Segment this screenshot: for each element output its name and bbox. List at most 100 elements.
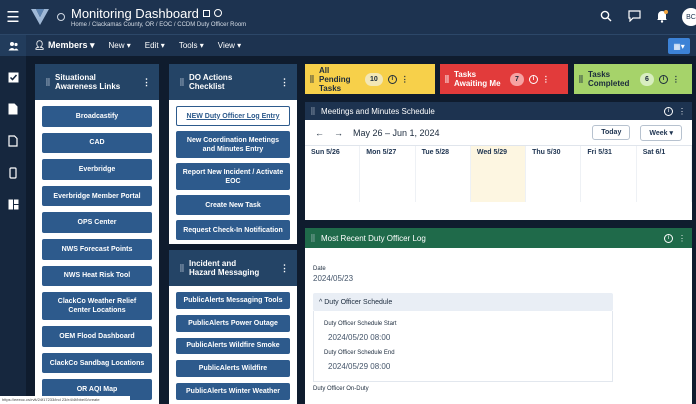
status-radio-icon[interactable] <box>57 13 65 21</box>
chat-icon[interactable] <box>626 9 642 25</box>
app-logo-icon <box>31 9 49 25</box>
publicalerts-winter-weather-button[interactable]: PublicAlerts Winter Weather <box>176 383 290 400</box>
info-icon[interactable]: i <box>664 106 673 116</box>
new-menu[interactable]: New ▾ <box>109 41 131 50</box>
week-view-label: Week <box>649 129 668 137</box>
document-icon[interactable] <box>6 103 20 118</box>
tablet-icon[interactable] <box>6 167 20 182</box>
info-icon[interactable]: i <box>658 74 668 84</box>
link-oem-flood-dashboard[interactable]: OEM Flood Dashboard <box>42 326 152 347</box>
drag-handle-icon[interactable]: ⣿ <box>175 78 189 87</box>
schedule-end-value: 2024/05/29 08:00 <box>328 362 391 371</box>
tasks-completed-card[interactable]: ⣿ Tasks Completed 6 i ⋮ <box>574 64 692 94</box>
document-outline-icon[interactable] <box>6 135 20 150</box>
publicalerts-wildfire-button[interactable]: PublicAlerts Wildfire <box>176 360 290 378</box>
link-cad[interactable]: CAD <box>42 132 152 154</box>
notification-bell-icon[interactable] <box>654 9 670 26</box>
page-title-text: Monitoring Dashboard <box>71 5 199 21</box>
checkbox-icon[interactable] <box>6 72 20 86</box>
all-pending-tasks-card[interactable]: ⣿ All Pending Tasks 10 i ⋮ <box>305 64 435 94</box>
kebab-menu-icon[interactable]: ⋮ <box>280 77 289 87</box>
all-pending-tasks-label: All Pending Tasks <box>319 65 351 93</box>
kebab-menu-icon[interactable]: ⋮ <box>542 75 550 84</box>
report-new-incident-button[interactable]: Report New Incident / Activate EOC <box>176 163 290 191</box>
hamburger-menu-icon[interactable]: ☰ <box>0 0 26 34</box>
link-weather-relief-centers[interactable]: ClackCo Weather Relief Center Locations <box>42 292 152 321</box>
edit-label: Edit <box>144 41 159 50</box>
edit-menu[interactable]: Edit ▾ <box>145 41 165 50</box>
drag-handle-icon[interactable]: ⣿ <box>305 75 319 84</box>
link-nws-forecast-points[interactable]: NWS Forecast Points <box>42 238 152 260</box>
schedule-start-value: 2024/05/20 08:00 <box>328 333 391 342</box>
duty-officer-log-body: Date 2024/05/23 ^ Duty Officer Schedule … <box>305 248 692 392</box>
kebab-menu-icon[interactable]: ⋮ <box>142 77 151 87</box>
dashboard-icon[interactable] <box>6 199 20 213</box>
members-side-icon[interactable] <box>0 34 26 57</box>
search-icon[interactable] <box>598 10 614 25</box>
publicalerts-power-outage-button[interactable]: PublicAlerts Power Outage <box>176 314 290 332</box>
hazard-messaging-panel: ⣿ Incident and Hazard Messaging ⋮ Public… <box>169 250 297 404</box>
schedule-start-label: Duty Officer Schedule Start <box>324 321 397 327</box>
tasks-completed-label: Tasks Completed <box>588 70 630 88</box>
week-view-select[interactable]: Week ▾ <box>640 124 682 141</box>
day-column[interactable]: Tue 5/28 <box>416 146 471 202</box>
member-icon: 👤︎ <box>34 40 46 50</box>
duty-officer-schedule-accordion[interactable]: ^ Duty Officer Schedule <box>313 293 613 311</box>
day-column[interactable]: Mon 5/27 <box>360 146 416 202</box>
day-column[interactable]: Sun 5/26 <box>305 146 361 202</box>
day-column[interactable]: Sat 6/1 <box>637 146 692 202</box>
layout-grid-button[interactable]: ▦▾ <box>668 38 690 54</box>
publicalerts-messaging-tools-button[interactable]: PublicAlerts Messaging Tools <box>176 292 290 309</box>
view-menu[interactable]: View ▾ <box>218 41 241 50</box>
link-everbridge-member-portal[interactable]: Everbridge Member Portal <box>42 185 152 207</box>
day-column-today[interactable]: Wed 5/29 <box>470 146 527 202</box>
kebab-menu-icon[interactable]: ⋮ <box>280 263 289 273</box>
do-actions-panel: ⣿ DO Actions Checklist ⋮ NEW Duty Office… <box>169 64 297 244</box>
info-icon[interactable]: i <box>664 233 673 243</box>
date-value: 2024/05/23 <box>313 274 354 283</box>
calendar-week-row: Sun 5/26 Mon 5/27 Tue 5/28 Wed 5/29 Thu … <box>305 146 692 202</box>
drag-handle-icon[interactable]: ⣿ <box>305 107 321 115</box>
previous-week-arrow-icon[interactable]: ← <box>315 128 324 138</box>
today-button[interactable]: Today <box>592 125 631 140</box>
new-duty-officer-log-entry-button[interactable]: NEW Duty Officer Log Entry <box>176 106 290 127</box>
drag-handle-icon[interactable]: ⣿ <box>440 75 454 84</box>
top-bar: ☰ Monitoring Dashboard Home / Clackamas … <box>0 0 696 34</box>
drag-handle-icon[interactable]: ⣿ <box>175 264 189 273</box>
link-broadcastify[interactable]: Broadcastify <box>42 106 152 127</box>
next-week-arrow-icon[interactable]: → <box>334 128 343 138</box>
left-rail <box>0 56 26 404</box>
info-icon[interactable]: i <box>528 74 538 84</box>
tools-menu[interactable]: Tools ▾ <box>179 41 204 50</box>
request-check-in-button[interactable]: Request Check-In Notification <box>176 220 290 240</box>
tasks-awaiting-me-card[interactable]: ⣿ Tasks Awaiting Me 7 i ⋮ <box>440 64 568 94</box>
info-icon[interactable]: i <box>387 74 397 84</box>
members-menu[interactable]: 👤︎ Members ▾ <box>34 40 95 51</box>
kebab-menu-icon[interactable]: ⋮ <box>678 107 686 116</box>
meetings-schedule-panel: ⣿ Meetings and Minutes Schedule i ⋮ ← → M… <box>305 102 692 220</box>
link-ops-center[interactable]: OPS Center <box>42 212 152 233</box>
drag-handle-icon[interactable]: ⣿ <box>41 78 55 87</box>
drag-handle-icon[interactable]: ⣿ <box>574 75 588 84</box>
page-title: Monitoring Dashboard <box>71 7 246 20</box>
day-column[interactable]: Fri 5/31 <box>581 146 637 202</box>
link-sandbag-locations[interactable]: ClackCo Sandbag Locations <box>42 352 152 374</box>
info-circle-icon[interactable] <box>213 9 222 17</box>
duty-officer-log-header: ⣿ Most Recent Duty Officer Log i ⋮ <box>305 228 692 248</box>
kebab-menu-icon[interactable]: ⋮ <box>401 75 409 84</box>
create-new-task-button[interactable]: Create New Task <box>176 195 290 216</box>
situational-links-list: Broadcastify CAD Everbridge Everbridge M… <box>35 100 159 404</box>
kebab-menu-icon[interactable]: ⋮ <box>678 234 686 243</box>
day-column[interactable]: Thu 5/30 <box>526 146 582 202</box>
meetings-schedule-header: ⣿ Meetings and Minutes Schedule i ⋮ <box>305 102 692 120</box>
avatar[interactable]: BC <box>682 8 696 26</box>
link-everbridge[interactable]: Everbridge <box>42 159 152 180</box>
link-nws-heat-risk-tool[interactable]: NWS Heat Risk Tool <box>42 265 152 287</box>
window-square-icon[interactable] <box>202 9 210 17</box>
breadcrumb[interactable]: Home / Clackamas County, OR / EOC / CCDM… <box>71 22 246 28</box>
kebab-menu-icon[interactable]: ⋮ <box>672 75 680 84</box>
members-label: Members <box>47 40 88 50</box>
new-coordination-meeting-button[interactable]: New Coordination Meetings and Minutes En… <box>176 131 290 159</box>
publicalerts-wildfire-smoke-button[interactable]: PublicAlerts Wildfire Smoke <box>176 337 290 355</box>
drag-handle-icon[interactable]: ⣿ <box>305 234 321 242</box>
